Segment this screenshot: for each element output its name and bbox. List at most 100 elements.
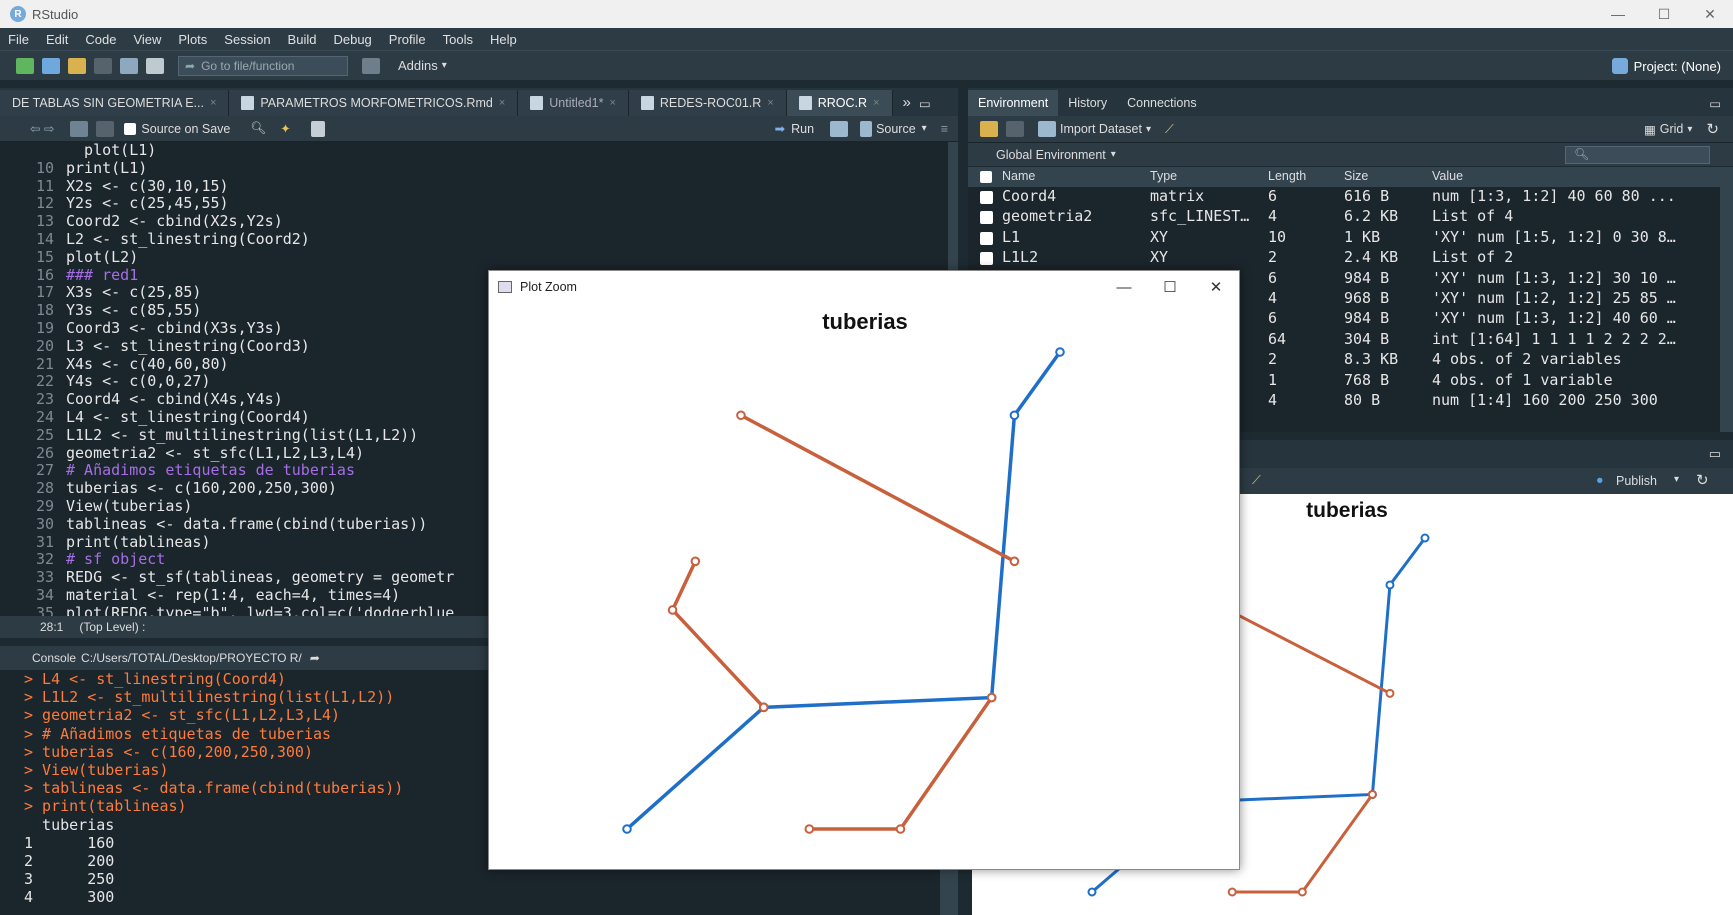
close-icon[interactable]: ×	[873, 97, 879, 109]
code-line[interactable]: 14 L2 <- st_linestring(Coord2)	[0, 230, 948, 249]
minimize-pane-icon[interactable]: ▭	[919, 96, 931, 111]
minimize-pane-icon[interactable]: ▭	[1709, 446, 1721, 462]
close-button[interactable]: ✕	[1687, 0, 1733, 28]
cell-length: 6	[1268, 309, 1278, 328]
run-button[interactable]: Run	[791, 122, 814, 136]
row-checkbox[interactable]	[980, 211, 993, 225]
menu-build[interactable]: Build	[288, 32, 317, 47]
outline-icon[interactable]: ≡	[941, 122, 948, 136]
print-icon[interactable]	[146, 57, 164, 74]
menu-plots[interactable]: Plots	[178, 32, 207, 47]
compile-report-icon[interactable]	[310, 120, 325, 137]
code-line[interactable]: 11 X2s <- c(30,10,15)	[0, 177, 948, 196]
code-line[interactable]: 15 plot(L2)	[0, 248, 948, 267]
menu-debug[interactable]: Debug	[333, 32, 371, 47]
row-checkbox[interactable]	[980, 252, 993, 266]
menu-view[interactable]: View	[133, 32, 161, 47]
tab-environment[interactable]: Environment	[968, 90, 1059, 116]
back-arrow-icon[interactable]: ⇦ ⇨	[30, 121, 54, 136]
source-on-save-checkbox[interactable]	[124, 122, 137, 135]
minimize-pane-icon[interactable]: ▭	[1709, 96, 1721, 111]
cell-size: 968 B	[1344, 288, 1390, 307]
chevron-down-icon[interactable]: ▾	[922, 123, 927, 134]
select-all-checkbox[interactable]	[980, 171, 992, 183]
refresh-icon[interactable]: ↻	[1696, 471, 1709, 489]
search-icon[interactable]: 🔍︎	[250, 121, 266, 136]
col-value[interactable]: Value	[1432, 169, 1463, 183]
load-workspace-icon[interactable]	[980, 121, 998, 137]
tab-history[interactable]: History	[1058, 90, 1117, 116]
save-icon[interactable]	[94, 57, 112, 74]
menu-profile[interactable]: Profile	[389, 32, 426, 47]
zoom-titlebar[interactable]: Plot Zoom — ☐ ✕	[489, 271, 1239, 303]
broom-icon[interactable]: ⟋	[1252, 473, 1261, 488]
environment-row[interactable]: geometria2 sfc_LINEST… 4 6.2 KB List of 4	[968, 207, 1720, 227]
wand-icon[interactable]: ✦	[280, 121, 290, 136]
close-button[interactable]: ✕	[1193, 271, 1239, 303]
cell-value: List of 2	[1432, 248, 1514, 267]
menu-code[interactable]: Code	[85, 32, 116, 47]
source-button[interactable]: Source	[876, 122, 916, 136]
tab-connections[interactable]: Connections	[1117, 90, 1207, 116]
publish-button[interactable]: Publish	[1616, 474, 1657, 488]
grid-view-button[interactable]: Grid	[1660, 122, 1684, 136]
minimize-button[interactable]: —	[1101, 271, 1147, 303]
environment-row[interactable]: L1L2 XY 2 2.4 KB List of 2	[968, 248, 1720, 268]
col-type[interactable]: Type	[1150, 169, 1177, 183]
minimize-button[interactable]: —	[1595, 0, 1641, 28]
menu-help[interactable]: Help	[490, 32, 517, 47]
col-name[interactable]: Name	[1002, 169, 1035, 183]
menu-tools[interactable]: Tools	[443, 32, 473, 47]
tab-tablas[interactable]: DE TABLAS SIN GEOMETRIA E... ×	[0, 90, 230, 116]
line-text: tuberias <- c(160,200,250,300)	[66, 479, 337, 498]
rerun-icon[interactable]	[830, 120, 849, 137]
project-menu[interactable]: Project: (None)	[1611, 58, 1721, 74]
cell-value: 'XY' num [1:5, 1:2] 0 30 8…	[1432, 227, 1676, 246]
line-number: 27	[35, 461, 54, 480]
new-file-icon[interactable]	[16, 57, 34, 74]
tab-untitled[interactable]: Untitled1* ×	[518, 90, 629, 116]
code-line[interactable]: 10 print(L1)	[0, 159, 948, 178]
environment-row[interactable]: Coord4 matrix 6 616 B num [1:3, 1:2] 40 60 8…	[968, 187, 1720, 207]
close-icon[interactable]: ×	[499, 97, 505, 109]
save-icon[interactable]	[96, 120, 115, 137]
more-tabs-icon[interactable]: »	[903, 94, 911, 111]
scope-indicator[interactable]: (Top Level) :	[79, 620, 145, 634]
line-number: 32	[35, 550, 54, 569]
data-point	[690, 556, 701, 567]
row-checkbox[interactable]	[980, 191, 993, 204]
row-checkbox[interactable]	[980, 231, 993, 245]
refresh-icon[interactable]: ↻	[1706, 120, 1719, 138]
show-in-window-icon[interactable]	[70, 120, 89, 137]
open-file-icon[interactable]	[68, 57, 86, 74]
maximize-button[interactable]: ☐	[1641, 0, 1687, 28]
save-workspace-icon[interactable]	[1006, 121, 1024, 137]
import-dataset-button[interactable]: Import Dataset	[1060, 122, 1142, 136]
code-line[interactable]: 13 Coord2 <- cbind(X2s,Y2s)	[0, 212, 948, 231]
tab-parametros[interactable]: PARAMETROS MORFOMETRICOS.Rmd ×	[229, 90, 519, 116]
environment-scrollbar[interactable]	[1720, 187, 1733, 432]
col-length[interactable]: Length	[1268, 169, 1306, 183]
tab-rroc[interactable]: RROC.R ×	[786, 90, 893, 116]
code-line[interactable]: plot(L1)	[0, 142, 948, 160]
tab-redes[interactable]: REDES-ROC01.R ×	[628, 90, 787, 116]
data-point	[622, 824, 632, 834]
menu-edit[interactable]: Edit	[46, 32, 68, 47]
col-size[interactable]: Size	[1344, 169, 1368, 183]
maximize-button[interactable]: ☐	[1147, 271, 1193, 303]
menu-session[interactable]: Session	[224, 32, 270, 47]
broom-icon[interactable]: ⟋	[1165, 122, 1174, 137]
new-project-icon[interactable]	[42, 57, 60, 74]
environment-search-input[interactable]: 🔍︎	[1565, 146, 1710, 164]
code-line[interactable]: 12 Y2s <- c(25,45,55)	[0, 195, 948, 213]
close-icon[interactable]: ×	[767, 97, 773, 109]
close-icon[interactable]: ×	[210, 97, 216, 109]
environment-row[interactable]: L1 XY 10 1 KB 'XY' num [1:5, 1:2] 0 30 8…	[968, 228, 1720, 248]
go-to-directory-icon[interactable]: ➦	[310, 651, 320, 665]
addins-menu[interactable]: Addins	[398, 58, 438, 73]
close-icon[interactable]: ×	[609, 97, 615, 109]
grid-layout-icon[interactable]	[362, 57, 380, 74]
save-all-icon[interactable]	[120, 57, 138, 74]
goto-file-input[interactable]: ➦ Go to file/function	[178, 55, 348, 76]
menu-file[interactable]: File	[8, 32, 29, 47]
